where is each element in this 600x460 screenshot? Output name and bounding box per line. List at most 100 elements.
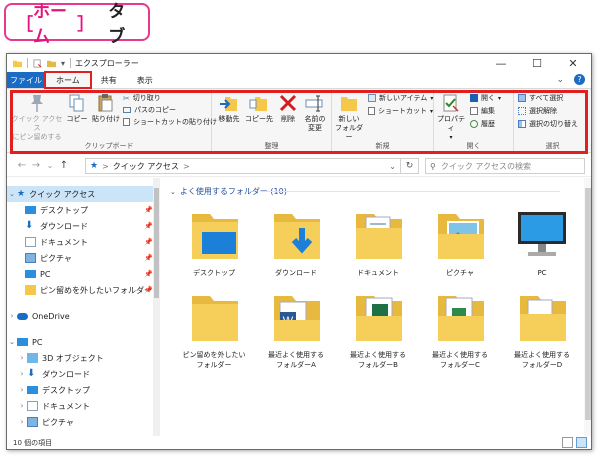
history-button[interactable]: 履歴 [470, 119, 495, 129]
shortcut-button[interactable]: ショートカット ▾ [368, 106, 433, 116]
nav-scrollbar[interactable] [153, 178, 160, 436]
group-divider [260, 191, 560, 192]
copy-path-button[interactable]: パスのコピー [123, 105, 176, 115]
properties-button[interactable]: プロパティ ▾ [436, 93, 466, 142]
pin-icon: 📌 [144, 286, 153, 294]
refresh-button[interactable]: ↻ [401, 158, 419, 174]
nav-item-unpin-folder[interactable]: ピン留めを外したいフォルダー 📌 [7, 282, 157, 298]
cut-button[interactable]: ✂ 切り取り [123, 93, 161, 103]
address-location[interactable]: クイック アクセス [113, 161, 179, 172]
pin-quick-access-button[interactable]: クイック アクセス にピン留めする [10, 93, 64, 142]
folder-item-pc[interactable]: PC [502, 208, 582, 278]
details-view-button[interactable] [562, 437, 573, 448]
folder-item-unpin[interactable]: ピン留めを外したい フォルダー [174, 290, 254, 370]
move-to-icon [220, 97, 237, 111]
tab-file[interactable]: ファイル [7, 72, 45, 88]
nav-label: ピクチャ [42, 417, 74, 427]
title-bar: ▾ エクスプローラー — ☐ ✕ [7, 54, 591, 72]
close-button[interactable]: ✕ [555, 54, 591, 72]
delete-button[interactable]: 削除 [278, 93, 298, 124]
nav-item-3d-objects[interactable]: › 3D オブジェクト [7, 350, 157, 366]
address-bar[interactable]: ★ > クイック アクセス > ⌄ [85, 158, 401, 174]
folder-item-recent-a[interactable]: W 最近よく使用する フォルダーA [256, 290, 336, 370]
nav-item-onedrive[interactable]: › OneDrive [7, 308, 157, 324]
computer-monitor-icon [518, 212, 566, 256]
scissors-icon: ✂ [123, 93, 130, 103]
star-icon: ★ [17, 189, 26, 199]
recent-locations-button[interactable]: ⌄ [43, 161, 57, 170]
expand-chevron-icon[interactable]: › [17, 402, 27, 410]
expand-chevron-icon[interactable]: › [17, 418, 27, 426]
select-none-button[interactable]: 選択解除 [518, 106, 557, 116]
new-folder-icon[interactable] [47, 59, 56, 68]
address-dropdown-icon[interactable]: ⌄ [389, 162, 396, 171]
folder-item-recent-d[interactable]: 最近よく使用する フォルダーD [502, 290, 582, 370]
nav-item-pictures[interactable]: ピクチャ 📌 [7, 250, 157, 266]
nav-item-documents[interactable]: ドキュメント 📌 [7, 234, 157, 250]
folder-item-desktop[interactable]: デスクトップ [174, 208, 254, 278]
callout-bracket-open: ［ [16, 14, 33, 35]
help-icon[interactable]: ? [574, 74, 585, 85]
tab-home[interactable]: ホーム [44, 71, 92, 89]
nav-item-pc-pictures[interactable]: › ピクチャ [7, 414, 157, 430]
qat-dropdown-icon[interactable]: ▾ [61, 59, 65, 68]
cloud-icon [17, 312, 28, 320]
search-box[interactable]: ⚲ クイック アクセスの検索 [425, 158, 585, 174]
ribbon-expand-icon[interactable]: ⌄ [556, 75, 564, 85]
folder-item-recent-c[interactable]: 最近よく使用する フォルダーC [420, 290, 500, 370]
forward-button[interactable]: → [29, 160, 43, 171]
folder-item-downloads[interactable]: ダウンロード [256, 208, 336, 278]
copy-to-label: コピー先 [245, 115, 273, 123]
nav-item-pc-downloads[interactable]: › ⬇ ダウンロード [7, 366, 157, 382]
desktop-folder-icon [192, 214, 238, 259]
qat-separator [27, 58, 28, 68]
folder-item-pictures[interactable]: ピクチャ [420, 208, 500, 278]
tab-share[interactable]: 共有 [91, 72, 127, 88]
nav-item-downloads[interactable]: ⬇ ダウンロード 📌 [7, 218, 157, 234]
collapse-chevron-icon[interactable]: ⌄ [7, 190, 17, 198]
nav-item-pc[interactable]: ⌄ PC [7, 334, 157, 350]
window-title: エクスプローラー [75, 58, 139, 68]
properties-icon[interactable] [33, 59, 42, 68]
nav-item-desktop[interactable]: デスクトップ 📌 [7, 202, 157, 218]
folder-label: ダウンロード [275, 269, 317, 277]
expand-chevron-icon[interactable]: › [17, 370, 27, 378]
select-all-button[interactable]: すべて選択 [518, 93, 563, 103]
move-to-button[interactable]: 移動先 [216, 93, 242, 124]
desktop-icon [25, 206, 36, 214]
nav-item-pc-desktop[interactable]: › デスクトップ [7, 382, 157, 398]
up-button[interactable]: ↑ [57, 160, 71, 171]
folder-item-documents[interactable]: ドキュメント [338, 208, 418, 278]
tabs-right: ⌄ ? [556, 74, 585, 85]
edit-button[interactable]: 編集 [470, 106, 495, 116]
nav-item-pc-documents[interactable]: › ドキュメント [7, 398, 157, 414]
content-scroll-thumb[interactable] [585, 188, 591, 420]
large-icons-view-button[interactable] [576, 437, 587, 448]
expand-chevron-icon[interactable]: › [17, 386, 27, 394]
copy-to-button[interactable]: コピー先 [245, 93, 273, 124]
group-select: すべて選択 選択解除 選択の切り替え 選択 [514, 89, 591, 153]
invert-selection-button[interactable]: 選択の切り替え [518, 119, 578, 129]
folder-item-recent-b[interactable]: 最近よく使用する フォルダーB [338, 290, 418, 370]
paste-shortcut-button[interactable]: ショートカットの貼り付け [123, 117, 217, 127]
collapse-chevron-icon[interactable]: ⌄ [7, 338, 17, 346]
expand-chevron-icon[interactable]: › [17, 354, 27, 362]
rename-button[interactable]: 名前の 変更 [302, 93, 328, 133]
copy-button[interactable]: コピー [65, 93, 89, 124]
maximize-button[interactable]: ☐ [519, 54, 555, 72]
pin-icon: 📌 [144, 206, 153, 214]
back-button[interactable]: ← [15, 160, 29, 171]
status-bar: 10 個の項目 [7, 436, 591, 449]
content-scrollbar[interactable] [584, 178, 591, 436]
tab-view[interactable]: 表示 [127, 72, 163, 88]
nav-item-quick-access[interactable]: ⌄ ★ クイック アクセス [7, 186, 157, 202]
nav-item-pc-pinned[interactable]: PC 📌 [7, 266, 157, 282]
paste-button[interactable]: 貼り付け [91, 93, 121, 124]
new-folder-button[interactable]: 新しい フォルダー [334, 93, 364, 142]
nav-scroll-thumb[interactable] [154, 188, 159, 298]
new-item-button[interactable]: 新しいアイテム ▾ [368, 93, 433, 103]
minimize-button[interactable]: — [483, 54, 519, 72]
expand-chevron-icon[interactable]: › [7, 312, 17, 320]
open-button[interactable]: 開く ▾ [470, 93, 501, 103]
qat-separator-2 [70, 58, 72, 68]
